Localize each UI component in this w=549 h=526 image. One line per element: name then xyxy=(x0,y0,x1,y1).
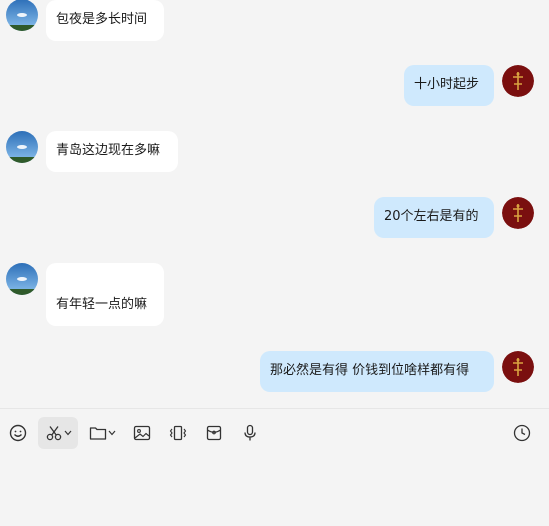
self-avatar[interactable] xyxy=(502,65,534,97)
sky-landscape-icon xyxy=(6,0,38,31)
contact-avatar[interactable] xyxy=(6,131,38,163)
contact-avatar[interactable] xyxy=(6,0,38,31)
message-bubble-outgoing[interactable]: 十小时起步 xyxy=(404,65,494,106)
message-bubble-outgoing[interactable]: 那必然是有得 价钱到位啥样都有得 xyxy=(260,351,494,392)
image-icon xyxy=(133,425,151,441)
emoji-button[interactable] xyxy=(4,417,32,449)
self-avatar[interactable] xyxy=(502,197,534,229)
history-clock-icon xyxy=(513,424,531,442)
emoji-icon xyxy=(9,424,27,442)
vibrate-button[interactable] xyxy=(164,417,192,449)
message-bubble-outgoing[interactable]: 20个左右是有的 xyxy=(374,197,494,238)
microphone-icon xyxy=(244,424,256,441)
self-avatar[interactable] xyxy=(502,351,534,383)
image-button[interactable] xyxy=(128,417,156,449)
input-toolbar xyxy=(0,408,549,526)
message-bubble-incoming[interactable]: 有年轻一点的嘛 xyxy=(46,263,164,326)
sky-landscape-icon xyxy=(6,131,38,163)
folder-icon xyxy=(89,427,106,440)
screenshot-button[interactable] xyxy=(38,417,78,449)
file-button[interactable] xyxy=(86,417,118,449)
red-emblem-icon xyxy=(502,351,534,383)
chevron-down-icon xyxy=(108,430,115,436)
chevron-down-icon xyxy=(64,430,71,436)
red-emblem-icon xyxy=(502,65,534,97)
sky-landscape-icon xyxy=(6,263,38,295)
chat-message-area[interactable]: 包夜是多长时间 十小时起步 青岛这边现在多嘛 20个左右是有的 有年轻一点的嘛 … xyxy=(0,0,549,408)
message-bubble-incoming[interactable]: 青岛这边现在多嘛 xyxy=(46,131,178,172)
chat-history-button[interactable] xyxy=(508,417,536,449)
vibrate-icon xyxy=(169,425,187,441)
contact-avatar[interactable] xyxy=(6,263,38,295)
scissors-icon xyxy=(46,426,61,441)
red-packet-icon xyxy=(206,425,222,441)
message-bubble-incoming[interactable]: 包夜是多长时间 xyxy=(46,0,164,41)
voice-button[interactable] xyxy=(236,417,264,449)
red-emblem-icon xyxy=(502,197,534,229)
red-packet-button[interactable] xyxy=(200,417,228,449)
